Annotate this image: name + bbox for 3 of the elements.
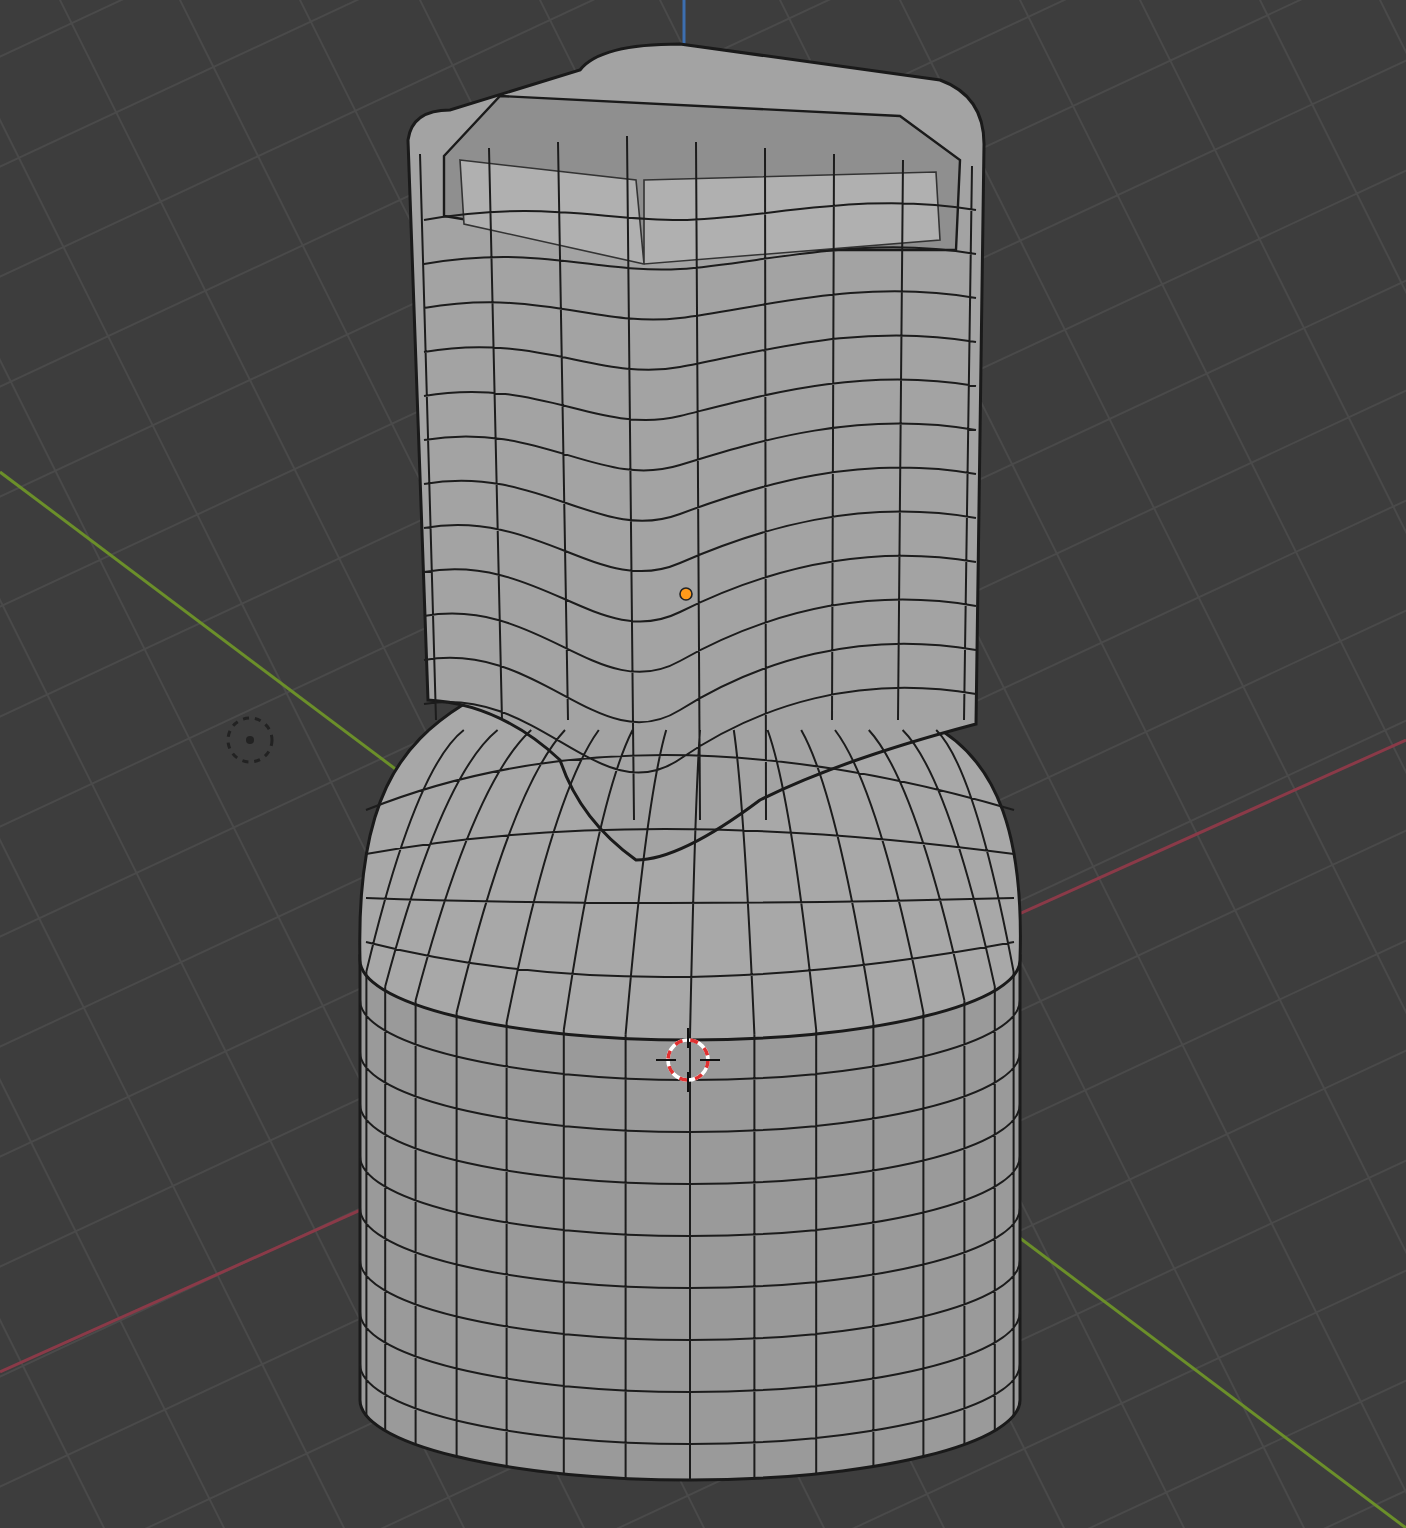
object-origin-icon — [679, 587, 693, 601]
empty-object-icon — [226, 716, 274, 764]
3d-cursor-icon — [655, 1027, 721, 1093]
